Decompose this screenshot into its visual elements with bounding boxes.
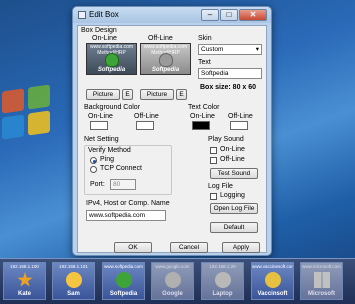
close-button[interactable]: ✕: [239, 9, 267, 21]
sound-offline-checkbox[interactable]: [210, 157, 217, 164]
globe-icon: [165, 272, 181, 288]
bg-online-label: On-Line: [88, 113, 113, 120]
smiley-icon: [66, 272, 82, 288]
tile-header: 192.168.1.100: [10, 264, 39, 269]
online-picture-button[interactable]: Picture: [86, 89, 120, 100]
preview-caption: Softpedia: [151, 67, 180, 73]
dialog-client-area: Box Design On-Line Off-Line www.softpedi…: [77, 25, 267, 253]
skin-select-value: Custom: [201, 46, 224, 53]
offline-edit-button[interactable]: E: [176, 89, 187, 100]
tile-header: 192.168.1.20: [209, 264, 236, 269]
frog-icon: [105, 53, 119, 67]
tile-name: Sam: [67, 291, 80, 297]
online-preview-image[interactable]: www.softpedia.com Method/HRP Softpedia: [86, 43, 137, 75]
tc-offline-color-swatch[interactable]: [230, 121, 248, 130]
edit-box-dialog: Edit Box – □ ✕ Box Design On-Line Off-Li…: [72, 6, 272, 256]
log-file-legend: Log File: [208, 183, 233, 190]
monitor-tile[interactable]: www.vaccinesoft.com Vaccinsoft: [251, 262, 294, 300]
text-input[interactable]: Softpedia: [198, 68, 262, 79]
monitor-tile[interactable]: www.microsoft.com Microsoft: [300, 262, 343, 300]
preview-caption: Softpedia: [97, 67, 126, 73]
tile-header: www.google.com: [155, 264, 190, 269]
frog-icon: [159, 53, 173, 67]
window-title: Edit Box: [89, 10, 119, 19]
sound-online-checkbox[interactable]: [210, 147, 217, 154]
monitor-tile[interactable]: 192.168.1.100 Kate: [3, 262, 46, 300]
tile-header: www.microsoft.com: [302, 264, 341, 269]
logging-checkbox[interactable]: [210, 193, 217, 200]
ping-radio[interactable]: [90, 157, 97, 164]
monitor-tile[interactable]: www.softpedia.com Softpedia: [102, 262, 145, 300]
tile-header: 192.168.1.101: [59, 264, 88, 269]
maximize-button[interactable]: □: [220, 9, 238, 21]
minimize-button[interactable]: –: [201, 9, 219, 21]
chevron-down-icon: ▾: [255, 46, 259, 53]
online-edit-button[interactable]: E: [122, 89, 133, 100]
monitor-tile[interactable]: 192.168.1.20 Laptop: [201, 262, 244, 300]
offline-preview-label: Off-Line: [148, 35, 173, 42]
desktop-windows-logo: [2, 70, 62, 170]
port-label: Port:: [90, 181, 105, 188]
background-color-legend: Background Color: [84, 104, 141, 111]
cancel-button[interactable]: Cancel: [170, 242, 208, 253]
offline-picture-button[interactable]: Picture: [140, 89, 174, 100]
box-size-readout: Box size: 80 x 60: [200, 84, 257, 91]
default-button[interactable]: Default: [210, 222, 258, 233]
tile-name: Microsoft: [308, 291, 335, 297]
monitor-tile[interactable]: 192.168.1.101 Sam: [52, 262, 95, 300]
text-color-legend: Text Color: [188, 104, 220, 111]
tile-name: Laptop: [212, 291, 233, 297]
tc-online-color-swatch[interactable]: [192, 121, 210, 130]
tc-online-label: On-Line: [190, 113, 215, 120]
sound-online-label: On-Line: [220, 146, 245, 153]
star-icon: [17, 272, 33, 287]
skin-label: Skin: [198, 35, 212, 42]
laptop-icon: [215, 272, 231, 288]
apply-button[interactable]: Apply: [222, 242, 260, 253]
windows-icon: [314, 272, 330, 288]
open-log-file-button[interactable]: Open Log File: [210, 203, 258, 214]
play-sound-legend: Play Sound: [208, 136, 244, 143]
bg-offline-color-swatch[interactable]: [136, 121, 154, 130]
verify-method-label: Verify Method: [88, 147, 131, 154]
monitor-tile[interactable]: www.google.com Google: [151, 262, 194, 300]
bg-online-color-swatch[interactable]: [90, 121, 108, 130]
text-label: Text: [198, 59, 211, 66]
host-label: IPv4, Host or Comp. Name: [86, 200, 170, 207]
offline-preview-image[interactable]: www.softpedia.com Method/HRP Softpedia: [140, 43, 191, 75]
tile-header: www.softpedia.com: [104, 264, 143, 269]
host-input[interactable]: www.softpedia.com: [86, 210, 166, 221]
test-sound-button[interactable]: Test Sound: [210, 168, 258, 179]
box-design-legend: Box Design: [81, 27, 117, 34]
logging-label: Logging: [220, 192, 245, 199]
tile-header: www.vaccinesoft.com: [252, 264, 293, 269]
title-bar[interactable]: Edit Box – □ ✕: [73, 7, 271, 23]
tile-name: Vaccinsoft: [257, 291, 288, 297]
tc-offline-label: Off-Line: [228, 113, 253, 120]
ping-radio-label: Ping: [100, 156, 115, 163]
sound-offline-label: Off-Line: [220, 156, 245, 163]
skin-select[interactable]: Custom ▾: [198, 44, 262, 55]
tcp-connect-radio-label: TCP Connect: [100, 165, 142, 172]
online-preview-label: On-Line: [92, 35, 117, 42]
frog-icon: [116, 272, 132, 288]
tcp-connect-radio[interactable]: [90, 166, 97, 173]
bg-offline-label: Off-Line: [134, 113, 159, 120]
tile-name: Google: [162, 291, 183, 297]
tile-name: Kate: [17, 291, 31, 297]
ok-button[interactable]: OK: [114, 242, 152, 253]
smiley-icon: [265, 272, 281, 288]
app-icon: [78, 11, 86, 19]
port-input[interactable]: 80: [110, 179, 136, 190]
net-setting-legend: Net Setting: [84, 136, 119, 143]
tile-name: Softpedia: [109, 291, 138, 297]
